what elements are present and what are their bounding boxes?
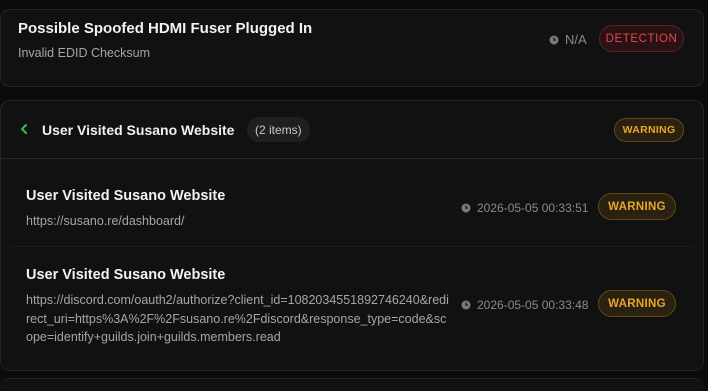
alert-title: Possible Spoofed HDMI Fuser Plugged In [18, 20, 313, 37]
item-title: User Visited Susano Website [26, 188, 226, 204]
item-time-text: 2026-05-05 00:33:51 [477, 201, 589, 215]
item-time: 2026-05-05 00:33:48 [461, 298, 588, 312]
chevron-left-icon[interactable] [18, 122, 30, 136]
clock-icon [549, 35, 559, 44]
item-time: 2026-05-05 00:33:51 [461, 201, 588, 215]
item-url: https://susano.re/dashboard/ [26, 214, 185, 228]
alert-subtitle: Invalid EDID Checksum [18, 46, 150, 60]
item-title: User Visited Susano Website [26, 267, 226, 283]
item-warning-badge: WARNING [598, 193, 676, 220]
clock-icon [461, 300, 471, 310]
alert-time-text: N/A [565, 32, 587, 47]
alert-time: N/A [549, 32, 587, 47]
group-warning-badge: WARNING [614, 118, 684, 142]
detection-badge: DETECTION [599, 25, 684, 52]
item-time-text: 2026-05-05 00:33:48 [477, 298, 589, 312]
row-divider [10, 246, 694, 247]
group-divider [1, 158, 703, 159]
item-url: https://discord.com/oauth2/authorize?cli… [26, 293, 449, 344]
clock-icon [461, 203, 471, 213]
item-count-badge: (2 items) [247, 117, 310, 142]
item-warning-badge: WARNING [598, 290, 676, 317]
group-title[interactable]: User Visited Susano Website [42, 122, 234, 138]
